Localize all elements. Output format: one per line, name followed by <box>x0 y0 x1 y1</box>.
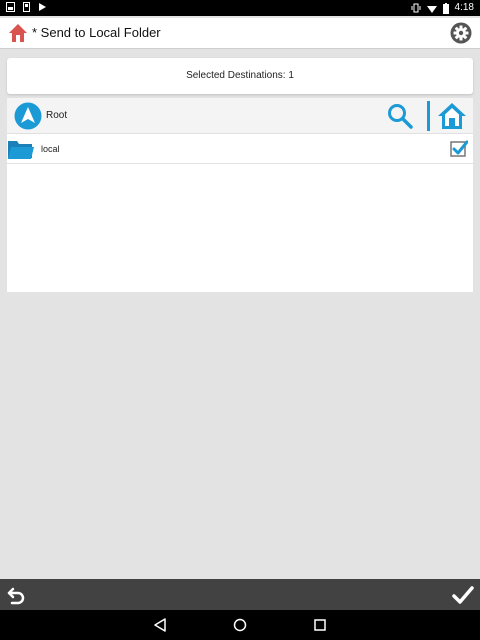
gear-icon[interactable] <box>450 22 472 44</box>
recents-icon[interactable] <box>313 618 327 632</box>
selected-destinations-text: Selected Destinations: 1 <box>186 70 294 81</box>
list-item[interactable]: local <box>7 135 473 164</box>
status-time: 4:18 <box>454 2 474 13</box>
folder-icon <box>8 141 34 159</box>
status-bar: 4:18 <box>0 0 480 16</box>
folder-browser: Root local <box>7 98 473 292</box>
selected-destinations-card[interactable]: Selected Destinations: 1 <box>7 58 473 94</box>
sim-icon <box>23 2 30 12</box>
wifi-icon <box>426 5 437 13</box>
checkmark-icon[interactable] <box>452 584 474 606</box>
home-icon[interactable] <box>8 23 28 43</box>
system-nav-bar <box>0 610 480 640</box>
path-label[interactable]: Root <box>46 110 67 121</box>
folder-checkbox[interactable] <box>450 140 468 158</box>
search-icon[interactable] <box>387 103 413 129</box>
page-title: * Send to Local Folder <box>32 25 161 40</box>
app-header: * Send to Local Folder <box>0 18 480 49</box>
browser-toolbar: Root <box>7 98 473 134</box>
battery-icon <box>442 2 449 14</box>
back-icon[interactable] <box>153 618 167 632</box>
folder-label: local <box>41 144 60 154</box>
undo-icon[interactable] <box>6 585 26 605</box>
browser-home-icon[interactable] <box>437 102 467 130</box>
bottom-action-bar <box>0 579 480 610</box>
play-store-icon <box>39 3 46 11</box>
gallery-icon <box>6 2 15 12</box>
toolbar-divider <box>427 101 430 131</box>
navigate-up-icon[interactable] <box>14 102 42 130</box>
vibrate-icon <box>411 3 421 13</box>
home-button-icon[interactable] <box>233 618 247 632</box>
